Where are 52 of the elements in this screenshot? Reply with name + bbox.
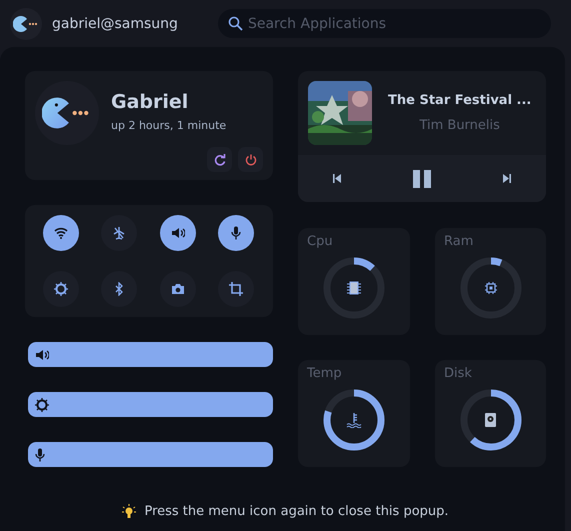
crop-toggle[interactable]	[218, 271, 254, 307]
camera-toggle[interactable]	[160, 271, 196, 307]
thermometer-icon	[346, 412, 362, 428]
restart-button[interactable]	[207, 147, 232, 172]
gauge-label: Temp	[307, 366, 343, 381]
lightbulb-icon	[122, 504, 136, 519]
brightness-toggle[interactable]	[42, 271, 79, 307]
uptime-text: up 2 hours, 1 minute	[111, 119, 226, 132]
bluetooth-icon	[114, 282, 124, 296]
next-button[interactable]	[503, 174, 511, 183]
usage-ring	[324, 258, 384, 318]
chip-icon	[347, 281, 361, 295]
track-title: The Star Festival ...	[388, 93, 532, 108]
microphone-icon	[231, 226, 242, 240]
pacman-icon	[13, 16, 39, 32]
power-icon	[244, 154, 256, 166]
camera-icon	[170, 283, 185, 295]
speaker-icon	[170, 227, 185, 239]
gauge-label: Disk	[444, 366, 473, 381]
skip-forward-icon	[503, 174, 511, 183]
airplane-toggle[interactable]	[101, 215, 138, 251]
bluetooth-toggle[interactable]	[101, 271, 138, 307]
hint-text: Press the menu icon again to close this popup.	[144, 504, 449, 519]
pause-button[interactable]	[413, 170, 431, 188]
usage-ring	[324, 390, 384, 450]
wifi-icon	[54, 227, 68, 239]
brightness-icon	[54, 282, 68, 296]
gauge-label: Cpu	[307, 234, 334, 249]
username: gabriel@samsung	[52, 16, 178, 32]
track-artist: Tim Burnelis	[418, 118, 501, 133]
slider-fill[interactable]	[28, 392, 273, 417]
airplane-icon	[113, 226, 126, 240]
avatar[interactable]	[10, 8, 42, 40]
restart-icon	[214, 154, 226, 166]
search-field[interactable]: Search Applications	[218, 9, 551, 38]
profile-name: Gabriel	[111, 91, 190, 113]
slider-fill[interactable]	[28, 442, 273, 467]
slider-fill[interactable]	[28, 342, 273, 367]
power-button[interactable]	[238, 147, 263, 172]
crop-icon	[229, 282, 244, 296]
usage-ring	[460, 258, 521, 318]
previous-button[interactable]	[333, 174, 341, 183]
wifi-toggle[interactable]	[42, 215, 79, 251]
brightness-icon	[35, 398, 49, 412]
skip-back-icon	[333, 174, 341, 183]
speaker-toggle[interactable]	[160, 215, 196, 251]
gauge-label: Ram	[444, 234, 474, 249]
chip-icon	[484, 282, 496, 294]
microphone-icon	[35, 448, 45, 462]
microphone-toggle[interactable]	[218, 215, 254, 251]
pause-icon	[413, 170, 431, 188]
speaker-icon	[35, 348, 49, 360]
